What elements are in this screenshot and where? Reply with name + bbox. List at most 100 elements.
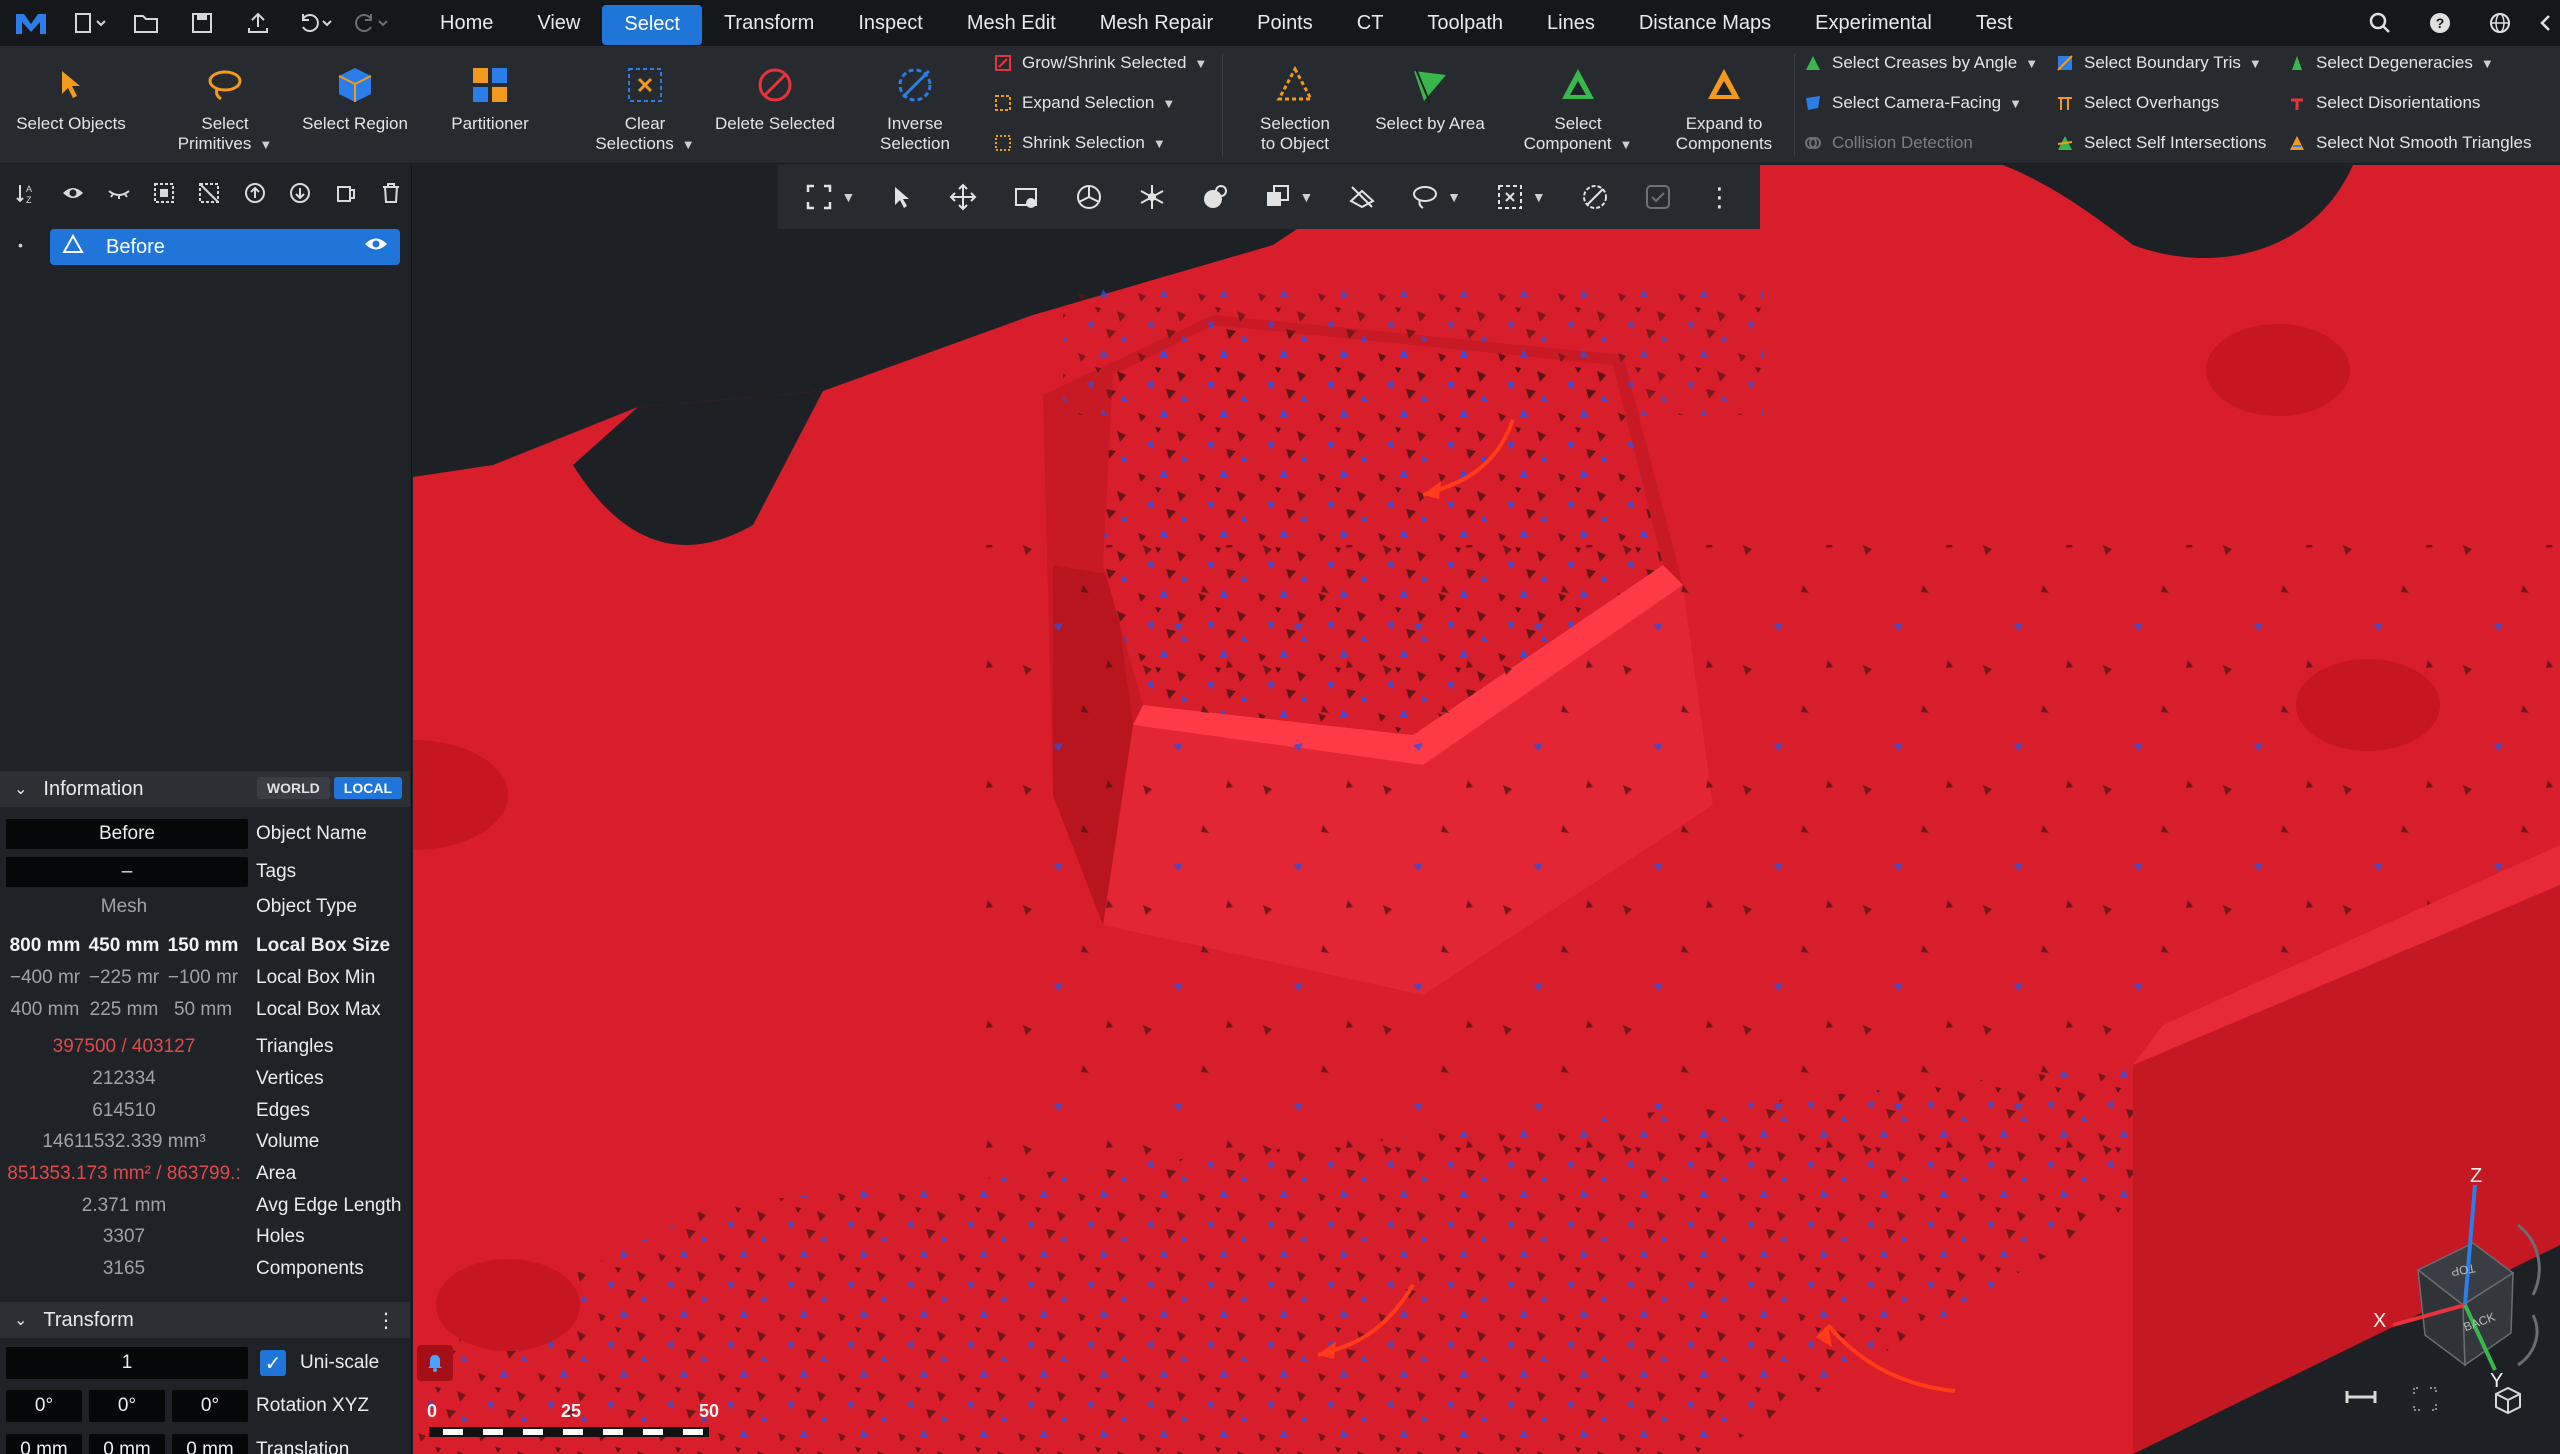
select-not-smooth-triangles-button[interactable]: Select Not Smooth Triangles bbox=[2284, 128, 2531, 158]
help-icon[interactable]: ? bbox=[2410, 0, 2470, 46]
trash-icon[interactable] bbox=[372, 173, 411, 213]
scale-input[interactable]: 1 bbox=[6, 1347, 248, 1379]
perspective-cube-icon[interactable] bbox=[2493, 1385, 2523, 1422]
move-arrows-icon[interactable] bbox=[949, 183, 977, 211]
expand-selection-button[interactable]: Expand Selection ▼ bbox=[990, 88, 1175, 118]
select-primitives-button[interactable]: Select Primitives ▼ bbox=[160, 46, 290, 164]
grow-shrink-selected-button[interactable]: Grow/Shrink Selected ▼ bbox=[990, 48, 1207, 78]
kebab-menu-icon[interactable]: ⋮ bbox=[376, 1308, 396, 1333]
hide-all-eye-icon[interactable] bbox=[99, 173, 138, 213]
save-icon[interactable] bbox=[174, 0, 230, 46]
object-name-input[interactable]: Before bbox=[6, 819, 248, 849]
3d-viewport[interactable]: ▼ ▼ ▼ ▼ ⋮ 0 25 50 Z X Y TOP BACK bbox=[413, 165, 2560, 1454]
tab-points[interactable]: Points bbox=[1235, 0, 1335, 46]
disorientation-icon bbox=[2284, 94, 2310, 112]
node-graph-icon[interactable] bbox=[1138, 183, 1166, 211]
select-all-icon[interactable] bbox=[144, 173, 183, 213]
shrink-selection-button[interactable]: Shrink Selection ▼ bbox=[990, 128, 1166, 158]
select-degeneracies-button[interactable]: Select Degeneracies ▼ bbox=[2284, 48, 2494, 78]
notification-bell-icon[interactable] bbox=[417, 1345, 453, 1381]
orbit-icon[interactable] bbox=[1075, 183, 1103, 211]
transform-section-header[interactable]: ⌄ Transform ⋮ bbox=[0, 1302, 410, 1338]
move-down-icon[interactable] bbox=[281, 173, 320, 213]
select-component-button[interactable]: Select Component ▼ bbox=[1520, 46, 1636, 164]
tab-test[interactable]: Test bbox=[1954, 0, 2035, 46]
open-folder-icon[interactable] bbox=[118, 0, 174, 46]
select-camera-facing-button[interactable]: Select Camera-Facing ▼ bbox=[1800, 88, 2022, 118]
tab-lines[interactable]: Lines bbox=[1525, 0, 1617, 46]
tab-distance-maps[interactable]: Distance Maps bbox=[1617, 0, 1793, 46]
focus-frame-icon[interactable] bbox=[2411, 1385, 2439, 1420]
select-creases-by-angle-button[interactable]: Select Creases by Angle ▼ bbox=[1800, 48, 2038, 78]
view-cube[interactable]: Z X Y TOP BACK bbox=[2333, 1165, 2553, 1392]
undo-icon[interactable] bbox=[286, 0, 342, 46]
deselect-all-icon[interactable] bbox=[190, 173, 229, 213]
tab-experimental[interactable]: Experimental bbox=[1793, 0, 1954, 46]
tree-item-label: Before bbox=[106, 235, 165, 258]
duplicate-icon[interactable] bbox=[326, 173, 365, 213]
crease-angle-icon bbox=[1800, 54, 1826, 72]
tags-input[interactable]: – bbox=[6, 857, 248, 887]
partitioner-button[interactable]: Partitioner bbox=[430, 46, 550, 164]
lasso-select-icon[interactable]: ▼ bbox=[1411, 183, 1461, 211]
sort-az-icon[interactable]: AZ bbox=[8, 173, 47, 213]
measure-ruler-icon[interactable] bbox=[2343, 1385, 2379, 1416]
delete-selected-button[interactable]: Delete Selected bbox=[710, 46, 840, 164]
shapes-icon[interactable] bbox=[1201, 183, 1229, 211]
tab-select[interactable]: Select bbox=[602, 4, 702, 45]
local-toggle-button[interactable]: LOCAL bbox=[333, 777, 402, 799]
rotation-z-input[interactable]: 0° bbox=[172, 1390, 248, 1422]
confirm-check-icon[interactable] bbox=[1644, 183, 1672, 211]
move-up-icon[interactable] bbox=[235, 173, 274, 213]
translation-x-input[interactable]: 0 mm bbox=[6, 1434, 82, 1454]
select-disorientations-button[interactable]: Select Disorientations bbox=[2284, 88, 2480, 118]
visibility-eye-icon[interactable] bbox=[364, 234, 388, 260]
clear-selections-button[interactable]: Clear Selections ▼ bbox=[590, 46, 700, 164]
chevron-down-icon: ▼ bbox=[1447, 189, 1462, 205]
select-objects-button[interactable]: Select Objects bbox=[6, 46, 136, 164]
export-icon[interactable] bbox=[230, 0, 286, 46]
rotation-y-input[interactable]: 0° bbox=[89, 1390, 165, 1422]
tree-item-before[interactable]: Before bbox=[50, 229, 400, 265]
new-file-icon[interactable] bbox=[62, 0, 118, 46]
boundary-tris-icon bbox=[2052, 54, 2078, 72]
redo-icon[interactable] bbox=[342, 0, 398, 46]
information-section-header[interactable]: ⌄ Information WORLD LOCAL bbox=[0, 771, 410, 807]
tab-view[interactable]: View bbox=[515, 0, 602, 46]
more-options-icon[interactable]: ⋮ bbox=[1706, 182, 1732, 213]
tab-transform[interactable]: Transform bbox=[702, 0, 836, 46]
tab-mesh-repair[interactable]: Mesh Repair bbox=[1078, 0, 1235, 46]
app-logo-icon[interactable] bbox=[0, 0, 62, 46]
expand-to-components-button[interactable]: Expand to Components bbox=[1664, 46, 1784, 164]
select-boundary-tris-button[interactable]: Select Boundary Tris ▼ bbox=[2052, 48, 2262, 78]
paint-select-icon[interactable] bbox=[1012, 183, 1040, 211]
menu-bar: Home View Select Transform Inspect Mesh … bbox=[0, 0, 2560, 46]
show-all-eye-icon[interactable] bbox=[53, 173, 92, 213]
tab-mesh-edit[interactable]: Mesh Edit bbox=[945, 0, 1078, 46]
tab-home[interactable]: Home bbox=[418, 0, 515, 46]
clip-plane-icon[interactable] bbox=[1348, 183, 1376, 211]
inverse-selection-button[interactable]: Inverse Selection bbox=[860, 46, 970, 164]
box-select-icon[interactable]: ▼ bbox=[1496, 183, 1546, 211]
fit-view-icon[interactable]: ▼ bbox=[805, 183, 855, 211]
pointer-icon[interactable] bbox=[890, 184, 914, 210]
boolean-icon[interactable]: ▼ bbox=[1264, 183, 1313, 211]
globe-icon[interactable] bbox=[2470, 0, 2530, 46]
rotation-x-input[interactable]: 0° bbox=[6, 1390, 82, 1422]
ban-select-icon[interactable] bbox=[1581, 183, 1609, 211]
tab-inspect[interactable]: Inspect bbox=[836, 0, 944, 46]
world-toggle-button[interactable]: WORLD bbox=[256, 777, 330, 799]
select-self-intersections-button[interactable]: Select Self Intersections bbox=[2052, 128, 2266, 158]
translation-y-input[interactable]: 0 mm bbox=[89, 1434, 165, 1454]
search-icon[interactable] bbox=[2350, 0, 2410, 46]
tab-ct[interactable]: CT bbox=[1335, 0, 1406, 46]
collision-detection-button[interactable]: Collision Detection bbox=[1800, 128, 1973, 158]
selection-to-object-button[interactable]: Selection to Object bbox=[1240, 46, 1350, 164]
translation-z-input[interactable]: 0 mm bbox=[172, 1434, 248, 1454]
collapse-chevron-icon[interactable] bbox=[2530, 0, 2560, 46]
select-region-button[interactable]: Select Region bbox=[295, 46, 415, 164]
uniscale-checkbox[interactable]: ✓ bbox=[260, 1350, 286, 1376]
tab-toolpath[interactable]: Toolpath bbox=[1405, 0, 1525, 46]
select-overhangs-button[interactable]: Select Overhangs bbox=[2052, 88, 2219, 118]
select-by-area-button[interactable]: Select by Area bbox=[1368, 46, 1492, 164]
